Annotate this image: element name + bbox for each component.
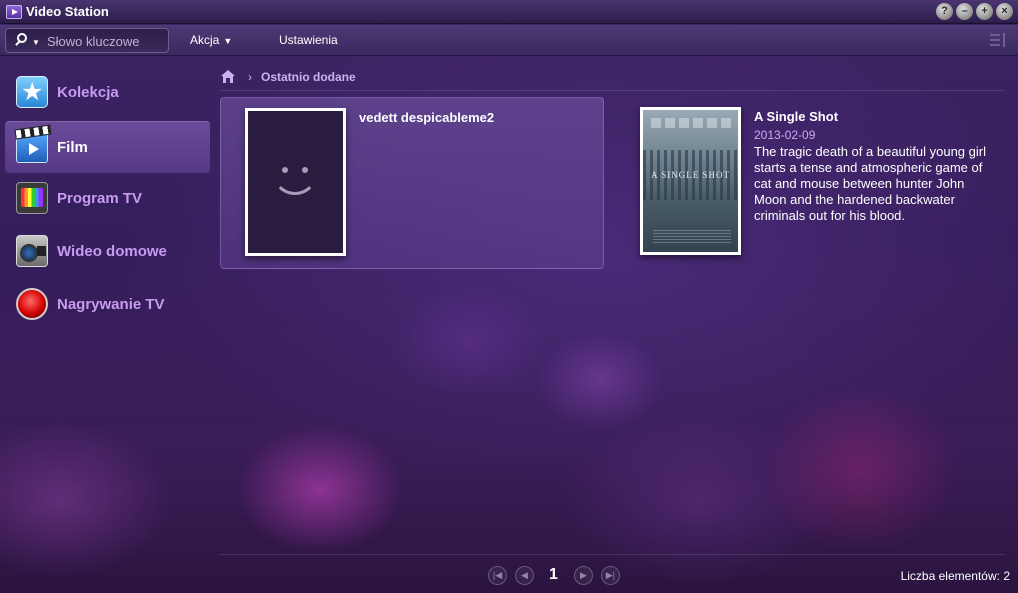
search-input[interactable] (47, 32, 165, 50)
tv-icon (16, 182, 48, 214)
maximize-button[interactable]: + (976, 3, 993, 20)
previous-page-icon[interactable]: ◀ (515, 565, 534, 585)
video-date: 2013-02-09 (754, 128, 816, 142)
sort-icon[interactable] (990, 32, 1008, 48)
action-menu-label: Akcja (190, 33, 220, 47)
next-page-icon[interactable]: ▶ (573, 565, 593, 585)
smiley-placeholder-icon (270, 161, 320, 201)
search-box[interactable]: ▼ (5, 28, 169, 53)
film-clapper-icon (16, 131, 48, 163)
record-icon (16, 288, 48, 320)
pagination: |◀ ◀ 1 ▶ ▶| (488, 565, 628, 585)
item-count: Liczba elementów: 2 (900, 569, 1010, 583)
settings-button[interactable]: Ustawienia (279, 33, 338, 47)
window-controls: ? – + × (936, 3, 1013, 20)
help-button[interactable]: ? (936, 3, 953, 20)
action-menu-button[interactable]: Akcja ▼ (190, 33, 232, 47)
collection-star-icon (16, 76, 48, 108)
breadcrumb-separator: › (248, 69, 252, 84)
breadcrumb: › Ostatnio dodane (219, 64, 1005, 89)
sidebar-item-nagrywanie-tv[interactable]: Nagrywanie TV (5, 278, 210, 330)
sidebar-item-label: Film (57, 138, 88, 156)
toolbar: ▼ Akcja▼ Ustawienia (0, 25, 1018, 56)
camcorder-icon (16, 235, 48, 267)
video-card-vedett-despicableme2[interactable]: vedett despicableme2 (220, 97, 604, 269)
video-station-app-icon (6, 4, 22, 19)
search-options-caret-icon[interactable]: ▼ (32, 38, 40, 47)
movie-poster[interactable]: A SINGLE SHOT (640, 107, 741, 255)
close-button[interactable]: × (996, 3, 1013, 20)
sidebar-item-label: Nagrywanie TV (57, 295, 165, 313)
sidebar-item-kolekcja[interactable]: Kolekcja (5, 66, 210, 118)
video-title[interactable]: vedett despicableme2 (359, 110, 494, 125)
minimize-button[interactable]: – (956, 3, 973, 20)
title-bar: Video Station ? – + × (0, 0, 1018, 24)
sidebar-item-label: Wideo domowe (57, 242, 167, 260)
sidebar-item-wideo-domowe[interactable]: Wideo domowe (5, 225, 210, 277)
sidebar-item-label: Program TV (57, 189, 143, 207)
chevron-down-icon: ▼ (223, 36, 233, 46)
breadcrumb-current[interactable]: Ostatnio dodane (261, 70, 356, 84)
poster-title-text: A SINGLE SHOT (650, 170, 730, 180)
sidebar-item-film[interactable]: Film (5, 121, 210, 173)
sidebar-item-program-tv[interactable]: Program TV (5, 172, 210, 224)
video-card-a-single-shot[interactable]: A SINGLE SHOT A Single Shot 2013-02-09 T… (616, 97, 1000, 269)
current-page-number[interactable]: 1 (549, 566, 558, 584)
first-page-icon[interactable]: |◀ (488, 565, 507, 585)
home-icon[interactable] (221, 70, 235, 83)
video-description: The tragic death of a beautiful young gi… (754, 144, 986, 223)
divider (219, 90, 1005, 91)
last-page-icon[interactable]: ▶| (600, 565, 620, 585)
divider (219, 554, 1005, 555)
video-title[interactable]: A Single Shot (754, 109, 838, 124)
sidebar-item-label: Kolekcja (57, 83, 119, 101)
poster-placeholder[interactable] (245, 108, 346, 256)
window-title: Video Station (26, 4, 109, 19)
